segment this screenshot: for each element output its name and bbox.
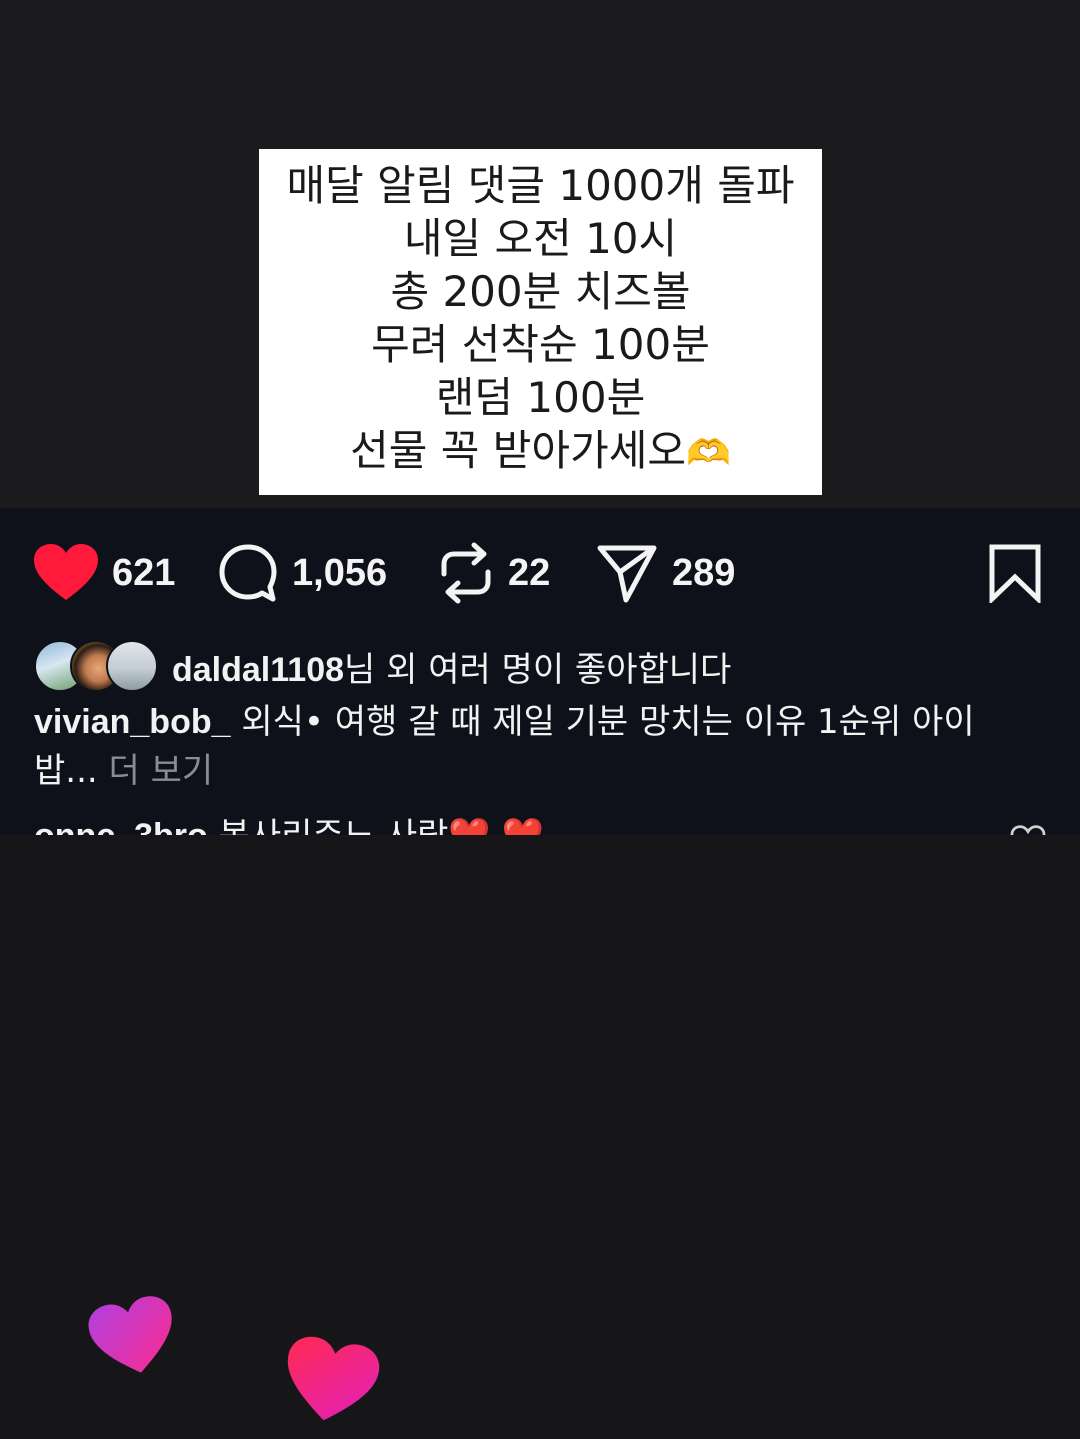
notice-line-5: 랜덤 100분: [435, 373, 646, 422]
liked-by-user[interactable]: daldal1108: [172, 651, 344, 689]
caption-username[interactable]: vivian_bob_: [34, 703, 231, 741]
notice-line-2: 내일 오전 10시: [403, 214, 678, 263]
liked-by-text: daldal1108님 외 여러 명이 좋아합니다: [172, 642, 731, 691]
comment-button[interactable]: 1,056: [218, 540, 387, 606]
floating-heart-icon: [277, 1333, 383, 1436]
avatar: [106, 640, 158, 692]
floating-heart-icon: [85, 1292, 184, 1388]
bookmark-button[interactable]: [988, 540, 1042, 606]
notice-line-4: 무려 선착순 100분: [371, 320, 710, 369]
repost-count: 22: [508, 551, 551, 594]
comment-text: 복사리주느 사랑: [208, 816, 449, 835]
share-count: 289: [672, 551, 736, 594]
like-button[interactable]: 621: [34, 540, 175, 606]
post-caption: vivian_bob_ 외식• 여행 갈 때 제일 기분 망치는 이유 1순위 …: [34, 698, 1034, 796]
notice-card: 매달 알림 댓글 1000개 돌파 내일 오전 10시 총 200분 치즈볼 무…: [259, 149, 822, 495]
comment-like-icon[interactable]: [1010, 820, 1046, 835]
comment-count: 1,056: [292, 551, 388, 594]
share-icon[interactable]: [596, 542, 658, 604]
repost-button[interactable]: 22: [438, 540, 550, 606]
post-media[interactable]: 매달 알림 댓글 1000개 돌파 내일 오전 10시 총 200분 치즈볼 무…: [0, 0, 1080, 508]
heart-icon[interactable]: [34, 544, 98, 602]
share-button[interactable]: 289: [596, 540, 735, 606]
comment-icon[interactable]: [218, 543, 278, 603]
more-link[interactable]: 더 보기: [98, 751, 214, 791]
liked-by-row[interactable]: daldal1108님 외 여러 명이 좋아합니다: [34, 636, 731, 696]
comment-username[interactable]: onnc_3bro: [34, 817, 208, 835]
like-count: 621: [112, 551, 176, 594]
comment-hearts: ❤️ ❤️: [448, 816, 543, 835]
notice-line-6-text: 선물 꼭 받아가세오: [350, 426, 686, 475]
heart-hands-emoji: 🫶: [686, 433, 731, 474]
repost-icon[interactable]: [438, 542, 494, 604]
action-bar: 621 1,056 22 289: [0, 540, 1080, 606]
post-screen: 매달 알림 댓글 1000개 돌파 내일 오전 10시 총 200분 치즈볼 무…: [0, 0, 1080, 1439]
bookmark-icon[interactable]: [988, 543, 1042, 603]
notice-line-3: 총 200분 치즈볼: [390, 267, 691, 316]
notice-line-1: 매달 알림 댓글 1000개 돌파: [286, 161, 795, 210]
notice-line-6: 선물 꼭 받아가세오🫶: [259, 424, 822, 477]
comment-preview[interactable]: onnc_3bro 복사리주느 사랑❤️ ❤️: [34, 810, 1046, 835]
liked-by-suffix: 님 외 여러 명이 좋아합니다: [344, 649, 732, 690]
post-info: 621 1,056 22 289 daldal1108님 외 여러 명이 좋아합…: [0, 508, 1080, 835]
